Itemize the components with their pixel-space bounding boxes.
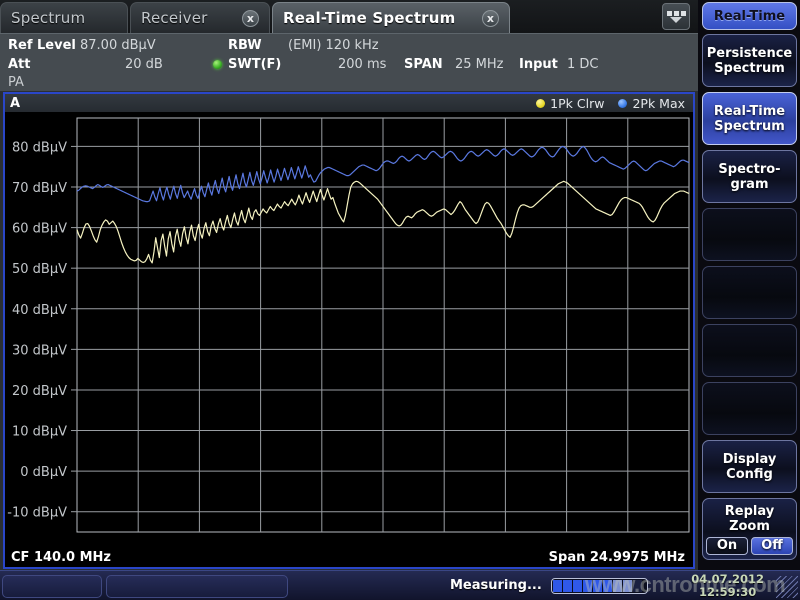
progress-segment [563,580,572,592]
y-axis-tick-label: 50 dBµV [12,262,67,277]
softkey-menu-header: Real-Time [702,2,797,30]
replay-zoom-on-button[interactable]: On [706,537,748,555]
legend-label-trace2: 2Pk Max [632,96,685,111]
rbw-label: RBW [228,37,262,54]
legend-item-trace1[interactable]: 1Pk Clrw [536,96,604,111]
progress-segment [573,580,582,592]
spectrum-graph-window[interactable]: A 1Pk Clrw 2Pk Max 80 dBµV 70 dBµV 60 dBµV… [3,92,695,569]
progress-segment [633,580,642,592]
progress-segment [613,580,622,592]
trace1-color-dot-icon [536,99,545,108]
y-axis-tick-label: 30 dBµV [12,343,67,358]
chevron-down-icon [670,17,682,23]
taskbar-button-2[interactable] [106,575,288,598]
softkey-empty-4[interactable] [702,382,797,435]
graph-title-bar: A 1Pk Clrw 2Pk Max [5,94,693,112]
softkey-persistence-spectrum[interactable]: PersistenceSpectrum [702,34,797,87]
span-value[interactable]: 25 MHz [455,56,504,73]
y-axis-tick-label: 40 dBµV [12,303,67,318]
graph-window-label: A [5,96,20,111]
tab-bar: Spectrum Receiver x Real-Time Spectrum x [0,0,698,33]
softkey-label: DisplayConfig [723,452,777,482]
softkey-label: ReplayZoom [725,504,774,534]
softkey-label: PersistenceSpectrum [707,46,793,76]
legend-item-trace2[interactable]: 2Pk Max [618,96,685,111]
tab-spectrum[interactable]: Spectrum [0,2,128,33]
sweep-status-led-icon [213,60,222,69]
trace2-color-dot-icon [618,99,627,108]
rbw-value[interactable]: (EMI) 120 kHz [288,37,379,54]
tab-receiver-label: Receiver [141,9,208,27]
softkey-empty-1[interactable] [702,208,797,261]
softkey-empty-2[interactable] [702,266,797,319]
tab-real-time-spectrum-label: Real-Time Spectrum [283,9,456,27]
y-axis-tick-label: 10 dBµV [12,425,67,440]
att-value[interactable]: 20 dB [125,56,163,73]
plot-area[interactable]: 80 dBµV 70 dBµV 60 dBµV 50 dBµV 40 dBµV 30 dB… [5,112,693,547]
y-axis-tick-label: -10 dBµV [7,506,67,521]
status-text: Measuring... [450,578,542,593]
tab-real-time-spectrum[interactable]: Real-Time Spectrum x [272,2,510,33]
y-axis-tick-label: 70 dBµV [12,181,67,196]
clock: 04.07.2012 12:59:30 [691,573,764,599]
progress-segment [603,580,612,592]
close-icon[interactable]: x [482,10,499,27]
att-label: Att [8,56,31,73]
span-label: SPAN [404,56,443,73]
center-frequency-label: CF 140.0 MHz [5,550,111,565]
softkey-spectrogram[interactable]: Spectro-gram [702,150,797,203]
softkey-sidebar: Real-Time PersistenceSpectrum Real-TimeS… [698,0,800,570]
softkey-empty-3[interactable] [702,324,797,377]
input-label: Input [519,56,558,73]
taskbar: Measuring... 04.07.2012 12:59:30 [0,570,800,600]
softkey-replay-zoom[interactable]: ReplayZoom On Off [702,498,797,560]
legend-label-trace1: 1Pk Clrw [550,96,604,111]
ref-level-label: Ref Level [8,37,76,54]
pa-label: PA [8,74,24,91]
input-value[interactable]: 1 DC [567,56,599,73]
softkey-label: Spectro-gram [718,162,780,192]
softkey-label: Real-TimeSpectrum [714,104,785,134]
grid-dropdown-icon[interactable] [662,3,690,30]
progress-segment [623,580,632,592]
trace-legend: 1Pk Clrw 2Pk Max [536,96,693,111]
replay-zoom-off-button[interactable]: Off [751,537,793,555]
softkey-menu-header-label: Real-Time [714,9,785,24]
grid-dots [667,11,686,16]
softkey-real-time-spectrum[interactable]: Real-TimeSpectrum [702,92,797,145]
parameter-header: Ref Level 87.00 dBµV Att 20 dB PA RBW (E… [0,33,698,91]
ref-level-value[interactable]: 87.00 dBµV [80,37,156,54]
replay-zoom-toggle: On Off [706,537,793,555]
swt-value[interactable]: 200 ms [338,56,386,73]
graph-footer: CF 140.0 MHz Span 24.9975 MHz [5,547,693,567]
span-readout-label: Span 24.9975 MHz [549,550,693,565]
spectrum-plot: 80 dBµV 70 dBµV 60 dBµV 50 dBµV 40 dBµV 30 dB… [5,112,693,547]
progress-segment [583,580,592,592]
instrument-screen: Spectrum Receiver x Real-Time Spectrum x… [0,0,800,600]
progress-segment [593,580,602,592]
tab-receiver[interactable]: Receiver x [130,2,270,33]
progress-segment [553,580,562,592]
measurement-progress-bar [551,578,648,594]
y-axis-tick-label: 0 dBµV [20,465,67,480]
y-axis-tick-label: 80 dBµV [12,140,67,155]
close-icon[interactable]: x [242,10,259,27]
time-label: 12:59:30 [691,586,764,599]
y-axis-tick-label: 60 dBµV [12,222,67,237]
swt-label: SWT(F) [228,56,281,73]
softkey-display-config[interactable]: DisplayConfig [702,440,797,493]
tab-spectrum-label: Spectrum [11,9,85,27]
y-axis-tick-label: 20 dBµV [12,384,67,399]
taskbar-button-1[interactable] [2,575,102,598]
resize-grip-icon[interactable] [776,576,798,598]
